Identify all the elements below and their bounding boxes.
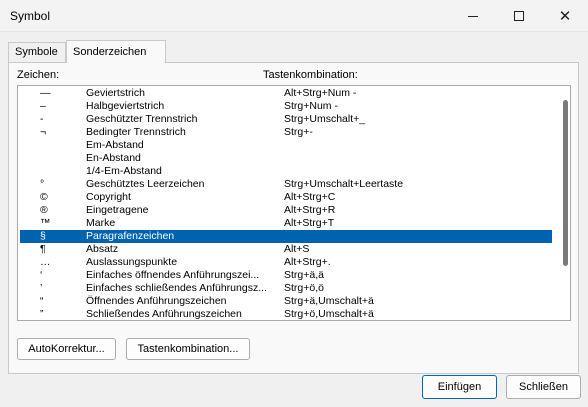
list-item-char: ” xyxy=(40,308,44,320)
list-item[interactable]: ® Eingetragene Alt+Strg+R xyxy=(18,204,554,217)
close-icon: ✕ xyxy=(558,8,572,25)
list-item[interactable]: – Halbgeviertstrich Strg+Num - xyxy=(18,100,554,113)
tab-symbole[interactable]: Symbole xyxy=(8,42,66,62)
list-item-char: ° xyxy=(40,178,45,190)
list-item-shortcut: Strg+Umschalt+_ xyxy=(284,113,366,125)
list-item[interactable]: … Auslassungspunkte Alt+Strg+. xyxy=(18,256,554,269)
header-tastenkombination: Tastenkombination: xyxy=(263,69,358,81)
list-item-shortcut: Strg+ä,Umschalt+ä xyxy=(284,295,374,307)
list-item-name: Einfaches schließendes Anführungsz... xyxy=(86,282,267,294)
list-item-name: Geviertstrich xyxy=(86,87,145,99)
header-zeichen: Zeichen: xyxy=(17,69,60,81)
list-item-shortcut: Alt+S xyxy=(284,243,310,255)
list-item[interactable]: — Geviertstrich Alt+Strg+Num - xyxy=(18,87,554,100)
list-item-shortcut: Alt+Strg+. xyxy=(284,256,331,268)
list-item-char: ® xyxy=(40,204,48,216)
autokorrektur-button[interactable]: AutoKorrektur... xyxy=(17,338,116,360)
list-item-shortcut: Alt+Strg+R xyxy=(284,204,336,216)
scrollbar-thumb[interactable] xyxy=(563,100,568,266)
tastenkombination-button[interactable]: Tastenkombination... xyxy=(126,338,250,360)
list-item[interactable]: ‘ Einfaches öffnendes Anführungszei... Str… xyxy=(18,269,554,282)
list-item-char: – xyxy=(40,100,46,112)
list-item-char: § xyxy=(40,230,46,242)
list-item-char: … xyxy=(40,256,51,268)
list-item-char: ¬ xyxy=(40,126,47,138)
list-item-char: ’ xyxy=(40,282,43,294)
list-item-name: Em-Abstand xyxy=(86,139,144,151)
einfuegen-button[interactable]: Einfügen xyxy=(422,375,497,399)
list-item[interactable]: ° Geschütztes Leerzeichen Strg+Umschalt+Le… xyxy=(18,178,554,191)
minimize-icon xyxy=(468,15,478,17)
list-item-char: © xyxy=(40,191,48,203)
list-item[interactable]: ¶ Absatz Alt+S xyxy=(18,243,554,256)
list-item[interactable]: 1/4-Em-Abstand xyxy=(18,165,554,178)
minimize-button[interactable] xyxy=(450,0,496,32)
list-item[interactable]: § Paragrafenzeichen xyxy=(20,230,552,243)
list-item[interactable]: ¬ Bedingter Trennstrich Strg+- xyxy=(18,126,554,139)
list-item-char: ‘ xyxy=(40,269,43,281)
list-item-char: “ xyxy=(40,295,44,307)
list-item[interactable]: “ Öffnendes Anführungszeichen Strg+ä,Umsch… xyxy=(18,295,554,308)
special-characters-list[interactable]: — Geviertstrich Alt+Strg+Num - – Halbgeviert… xyxy=(17,85,571,321)
list-item-shortcut: Strg+- xyxy=(284,126,313,138)
list-item[interactable]: Em-Abstand xyxy=(18,139,554,152)
list-item[interactable]: En-Abstand xyxy=(18,152,554,165)
list-item-name: Einfaches öffnendes Anführungszei... xyxy=(86,269,260,281)
list-item-shortcut: Strg+ö,ö xyxy=(284,282,324,294)
list-item-shortcut: Strg+Umschalt+Leertaste xyxy=(284,178,404,190)
list-item-shortcut: Strg+Num - xyxy=(284,100,338,112)
list-item-name: 1/4-Em-Abstand xyxy=(86,165,162,177)
list-item-name: Bedingter Trennstrich xyxy=(86,126,186,138)
list-item[interactable]: ’ Einfaches schließendes Anführungsz... St… xyxy=(18,282,554,295)
list-item-name: Absatz xyxy=(86,243,119,255)
list-item[interactable]: ™ Marke Alt+Strg+T xyxy=(18,217,554,230)
list-item[interactable]: © Copyright Alt+Strg+C xyxy=(18,191,554,204)
list-item-shortcut: Alt+Strg+C xyxy=(284,191,336,203)
list-item-name: Schließendes Anführungszeichen xyxy=(86,308,242,320)
list-item-name: Öffnendes Anführungszeichen xyxy=(86,295,227,307)
list-item-name: Geschütztes Leerzeichen xyxy=(86,178,205,190)
list-item-char: - xyxy=(40,113,44,125)
list-item[interactable]: ” Schließendes Anführungszeichen Strg+ö,Um… xyxy=(18,308,554,320)
list-item-char: ¶ xyxy=(40,243,46,255)
list-item-char: ™ xyxy=(40,217,51,229)
schliessen-button[interactable]: Schließen xyxy=(506,375,581,399)
window-title: Symbol xyxy=(10,9,51,23)
maximize-icon xyxy=(514,11,524,21)
tab-panel: Zeichen: Tastenkombination: — Geviertstri… xyxy=(8,62,579,374)
list-item-name: Auslassungspunkte xyxy=(86,256,178,268)
list-item-name: Geschützter Trennstrich xyxy=(86,113,198,125)
maximize-button[interactable] xyxy=(496,0,542,32)
list-item-name: En-Abstand xyxy=(86,152,141,164)
list-item-shortcut: Strg+ö,Umschalt+ä xyxy=(284,308,374,320)
close-button[interactable]: ✕ xyxy=(542,0,588,32)
tab-sonderzeichen[interactable]: Sonderzeichen xyxy=(66,40,166,63)
list-item-name: Halbgeviertstrich xyxy=(86,100,165,112)
list-item[interactable]: - Geschützter Trennstrich Strg+Umschalt+_ xyxy=(18,113,554,126)
list-item-name: Copyright xyxy=(86,191,131,203)
title-bar: Symbol ✕ xyxy=(0,0,588,32)
list-item-char: — xyxy=(40,87,51,99)
list-item-name: Marke xyxy=(86,217,116,229)
list-item-name: Eingetragene xyxy=(86,204,149,216)
list-item-shortcut: Alt+Strg+T xyxy=(284,217,335,229)
list-item-shortcut: Strg+ä,ä xyxy=(284,269,324,281)
list-item-name: Paragrafenzeichen xyxy=(86,230,175,242)
list-item-shortcut: Alt+Strg+Num - xyxy=(284,87,357,99)
